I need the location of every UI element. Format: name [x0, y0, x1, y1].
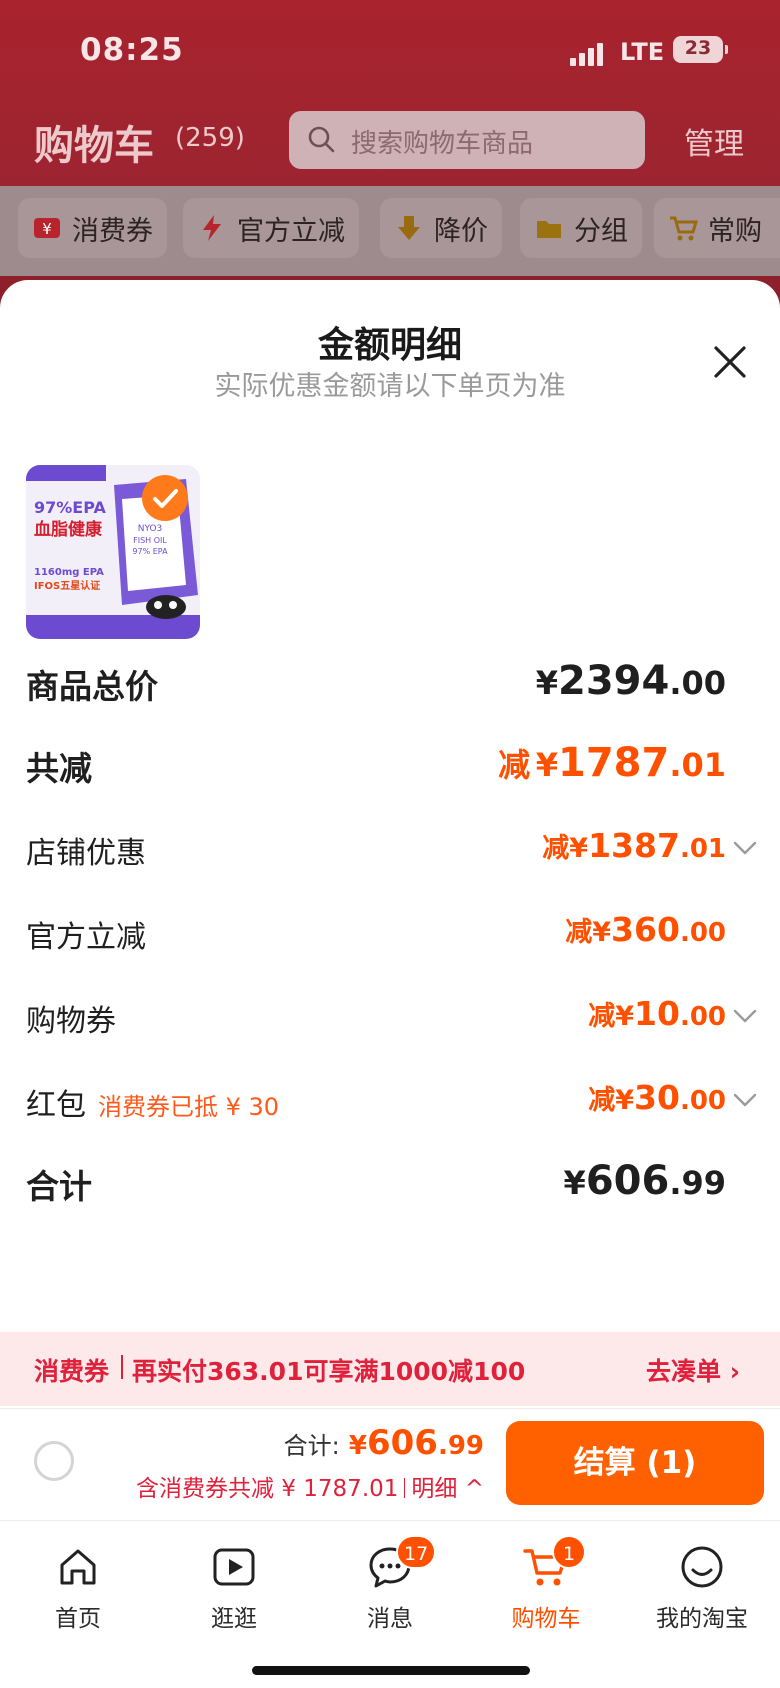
filter-chip-label: 降价 — [434, 215, 488, 247]
cart-icon — [670, 216, 698, 241]
sheet-subtitle: 实际优惠金额请以下单页为准 — [214, 371, 566, 402]
tab-cart[interactable]: 1 购物车 — [468, 1535, 624, 1633]
manage-button[interactable]: 管理 — [684, 119, 744, 163]
svg-text:¥: ¥ — [42, 220, 52, 238]
filter-chip-official-discount[interactable]: 官方立减 — [183, 198, 359, 258]
row-amount: ¥2394.00 — [535, 658, 726, 704]
search-input[interactable]: 搜索购物车商品 — [289, 111, 645, 169]
status-time: 08:25 — [80, 32, 184, 68]
row-label: 红包 消费券已抵 ¥ 30 — [26, 1088, 280, 1123]
chevron-down-icon[interactable] — [732, 840, 758, 856]
tab-home[interactable]: 首页 — [0, 1543, 156, 1633]
svg-text:97%EPA: 97%EPA — [34, 498, 106, 517]
filter-chip-label: 常购 — [708, 215, 762, 247]
add-items-link[interactable]: 去凑单 › — [646, 1352, 740, 1388]
filter-chip-label: 消费券 — [72, 215, 153, 247]
cart-header: 购物车 (259) 搜索购物车商品 管理 — [0, 105, 780, 175]
cart-badge: 1 — [552, 1535, 586, 1569]
row-amount: 减¥30.00 — [588, 1078, 726, 1117]
filter-chip-label: 官方立减 — [237, 215, 345, 247]
row-amount: 减¥360.00 — [565, 910, 726, 949]
chevron-down-icon[interactable] — [732, 1008, 758, 1024]
row-amount: 减¥1387.01 — [542, 826, 726, 865]
row-label: 官方立减 — [26, 920, 146, 955]
amount-detail-sheet: 金额明细 实际优惠金额请以下单页为准 NYO3 FISH OIL 97% EPA… — [0, 280, 780, 1688]
row-label: 商品总价 — [26, 667, 158, 706]
price-drop-icon — [398, 216, 420, 240]
filter-chip-price-drop[interactable]: 降价 — [380, 198, 502, 258]
svg-text:97% EPA: 97% EPA — [132, 547, 168, 556]
checkout-bar: 合计: ¥606.99 含消费券共减 ¥ 1787.01 明细 ^ 结算 (1) — [0, 1408, 780, 1516]
row-amount: ¥606.99 — [563, 1158, 726, 1204]
bottom-tab-bar: 首页 逛逛 17 消息 1 购物车 我的淘宝 — [0, 1520, 780, 1688]
checkout-total: 合计: ¥606.99 — [283, 1423, 484, 1463]
lightning-icon — [203, 215, 221, 241]
chevron-down-icon[interactable] — [732, 1092, 758, 1108]
svg-text:FISH OIL: FISH OIL — [133, 536, 167, 545]
sheet-title: 金额明细 — [317, 325, 462, 366]
filter-chip-frequent[interactable]: 常购 — [654, 198, 780, 258]
status-bar: 08:25 LTE 23 — [0, 28, 780, 78]
svg-text:IFOS五星认证: IFOS五星认证 — [34, 579, 100, 592]
coupon-promo-strip[interactable]: 消费券 再实付363.01可享满1000减100 去凑单 › — [0, 1332, 780, 1406]
svg-text:NYO3: NYO3 — [138, 524, 163, 534]
row-amount: 减¥10.00 — [588, 994, 726, 1033]
profile-icon — [681, 1546, 723, 1588]
coupon-label: 消费券 — [34, 1357, 110, 1386]
row-label: 购物券 — [26, 1004, 116, 1039]
home-icon — [60, 1549, 96, 1585]
filter-chip-group[interactable]: 分组 — [520, 198, 642, 258]
detail-toggle-link[interactable]: 明细 ^ — [411, 1476, 484, 1502]
cellular-signal-icon — [570, 42, 610, 66]
svg-text:1160mg EPA: 1160mg EPA — [34, 567, 104, 578]
search-placeholder: 搜索购物车商品 — [351, 129, 534, 159]
selected-check-icon[interactable] — [142, 475, 188, 521]
row-amount: 减 ¥1787.01 — [498, 740, 726, 786]
battery-level: 23 — [684, 37, 712, 59]
svg-text:血脂健康: 血脂健康 — [34, 519, 103, 540]
checkout-button[interactable]: 结算 (1) — [506, 1421, 764, 1505]
filter-chips: ¥ 消费券 官方立减 降价 分组 常购 — [0, 186, 780, 276]
row-label: 合计 — [26, 1167, 92, 1206]
row-label: 共减 — [26, 749, 92, 788]
select-all-checkbox[interactable] — [34, 1441, 74, 1481]
checkout-discount-summary: 含消费券共减 ¥ 1787.01 明细 ^ — [136, 1476, 484, 1502]
product-thumbnail[interactable]: NYO3 FISH OIL 97% EPA 97%EPA 血脂健康 1160mg… — [26, 465, 200, 639]
filter-chip-coupon[interactable]: ¥ 消费券 — [18, 198, 167, 258]
messages-badge: 17 — [396, 1535, 437, 1569]
coupon-icon: ¥ — [34, 218, 60, 238]
red-packet-note: 消费券已抵 ¥ 30 — [98, 1093, 280, 1121]
network-type: LTE — [620, 38, 665, 66]
tab-browse[interactable]: 逛逛 — [156, 1543, 312, 1633]
tab-my-taobao[interactable]: 我的淘宝 — [624, 1543, 780, 1633]
search-icon — [308, 126, 335, 153]
coupon-message: 再实付363.01可享满1000减100 — [132, 1357, 526, 1386]
tab-messages[interactable]: 17 消息 — [312, 1535, 468, 1633]
filter-chip-label: 分组 — [574, 215, 628, 247]
video-play-icon — [213, 1548, 255, 1586]
row-label: 店铺优惠 — [26, 836, 146, 871]
folder-icon — [537, 221, 561, 238]
home-indicator — [252, 1666, 530, 1675]
page-title: 购物车 — [34, 123, 154, 169]
cart-item-count: (259) — [175, 123, 245, 153]
close-icon[interactable] — [706, 338, 754, 386]
battery-icon: 23 — [673, 36, 723, 63]
